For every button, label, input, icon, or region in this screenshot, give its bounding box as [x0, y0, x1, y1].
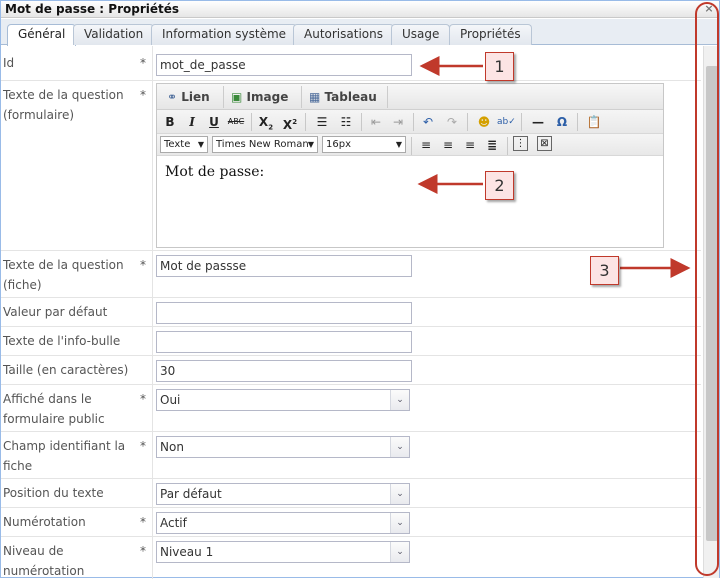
callout-2: 2	[485, 171, 514, 200]
annotation-arrows	[417, 56, 691, 278]
callout-3: 3	[590, 256, 619, 285]
callout-1: 1	[485, 52, 514, 81]
